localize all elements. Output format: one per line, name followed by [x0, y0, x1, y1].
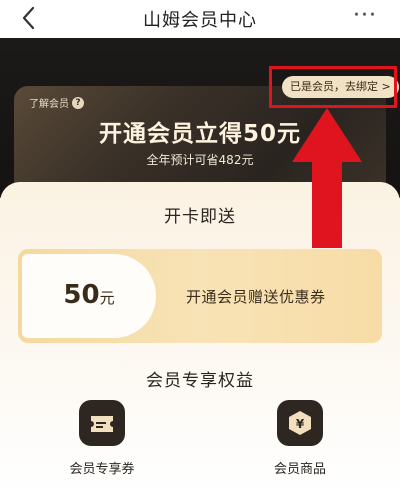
svg-text:¥: ¥ — [296, 417, 305, 431]
annotation-highlight-box — [269, 66, 397, 108]
page-title: 山姆会员中心 — [143, 10, 257, 31]
benefit-label-products: 会员商品 — [273, 462, 326, 477]
coupon-amount-unit: 元 — [99, 289, 115, 307]
more-button[interactable]: ··· — [350, 3, 380, 33]
learn-membership-label: 了解会员 — [29, 99, 69, 110]
benefit-label-coupon: 会员专享券 — [69, 462, 135, 477]
coupon-description: 开通会员赠送优惠券 — [186, 288, 326, 306]
coupon-amount-value: 50 — [63, 280, 100, 310]
coupon-amount: 50元 — [22, 280, 156, 310]
benefit-item-coupon[interactable]: 会员专享券 — [47, 400, 157, 477]
nav-bar: 山姆会员中心 ··· — [0, 0, 400, 38]
ticket-icon — [79, 400, 125, 446]
yen-shield-icon: ¥ — [277, 400, 323, 446]
annotation-arrow-icon — [292, 108, 362, 248]
more-dots-icon: ··· — [353, 3, 377, 28]
benefit-item-products[interactable]: ¥ 会员商品 — [245, 400, 355, 477]
question-icon: ? — [72, 96, 84, 109]
benefits-section-title: 会员专享权益 — [146, 371, 254, 391]
learn-membership-link[interactable]: 了解会员 ? — [29, 95, 84, 110]
